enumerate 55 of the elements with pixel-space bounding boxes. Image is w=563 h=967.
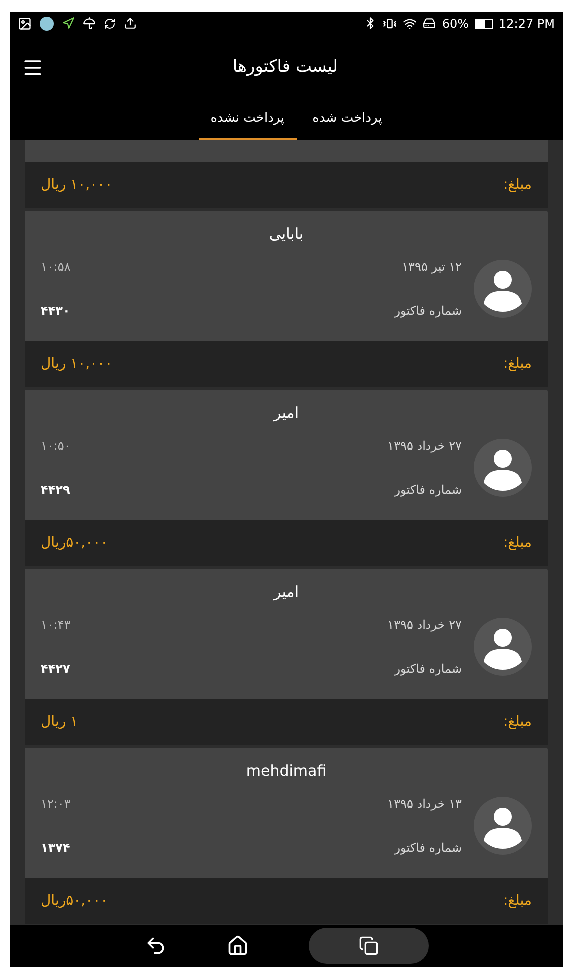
- recent-apps-button[interactable]: [308, 928, 428, 964]
- invoice-number: ۱۳۷۴: [41, 840, 70, 856]
- wifi-icon: [403, 16, 418, 30]
- customer-name: امیر: [274, 403, 300, 424]
- invoice-number-label: شماره فاکتور: [394, 840, 462, 856]
- invoice-card[interactable]: امیر ۲۷ خرداد ۱۳۹۵ ۱۰:۵۰ شماره فاکتور ۴۴۲۹: [25, 390, 548, 520]
- battery-percent: 60%: [442, 16, 469, 32]
- invoice-number-label: شماره فاکتور: [394, 482, 462, 498]
- sd-card-icon: [423, 17, 436, 30]
- customer-name: امیر: [274, 582, 300, 603]
- invoice-card[interactable]: امیر ۲۷ خرداد ۱۳۹۵ ۱۰:۴۳ شماره فاکتور ۴۴۲۷: [25, 569, 548, 699]
- user-avatar-icon: [474, 796, 532, 854]
- user-avatar-icon: [474, 618, 532, 676]
- amount-label: مبلغ:: [503, 354, 532, 374]
- invoice-card[interactable]: بابایی ۱۲ تیر ۱۳۹۵ ۱۰:۵۸ شماره فاکتور ۴۴۳۰: [25, 211, 548, 341]
- amount-value: ۱۰,۰۰۰ ریال: [41, 354, 113, 374]
- amount-value: ۱۰,۰۰۰ ریال: [41, 176, 113, 194]
- invoice-number: ۴۴۲۹: [41, 482, 70, 498]
- invoice-date: ۲۷ خرداد ۱۳۹۵: [388, 438, 462, 454]
- recent-apps-icon: [358, 936, 378, 956]
- customer-name: mehdimafi: [246, 761, 327, 782]
- umbrella-icon: [83, 17, 96, 30]
- amount-value: ۵۰,۰۰۰ریال: [41, 892, 108, 910]
- image-icon: [18, 16, 32, 30]
- sync-icon: [104, 18, 116, 30]
- amount-value: ۵۰,۰۰۰ریال: [41, 534, 108, 552]
- amount-label: مبلغ:: [503, 712, 532, 732]
- vibrate-icon: [383, 16, 398, 30]
- invoice-date: ۱۲ تیر ۱۳۹۵: [402, 258, 462, 276]
- clock: 12:27 PM: [499, 16, 555, 32]
- amount-label: مبلغ:: [503, 176, 532, 194]
- back-button[interactable]: [144, 935, 166, 957]
- invoice-number: ۴۴۲۷: [41, 660, 70, 678]
- invoice-date: ۲۷ خرداد ۱۳۹۵: [388, 616, 462, 634]
- app-icon: [40, 16, 54, 30]
- app-title: لیست فاکتورها: [232, 56, 338, 79]
- invoice-number-label: شماره فاکتور: [394, 660, 462, 678]
- home-button[interactable]: [226, 935, 248, 957]
- invoice-time: ۱۰:۵۸: [41, 258, 71, 276]
- amount-label: مبلغ:: [503, 892, 532, 910]
- send-icon: [62, 17, 75, 30]
- battery-icon: [475, 18, 493, 28]
- invoice-time: ۱۲:۰۳: [41, 796, 71, 812]
- tab[interactable]: پرداخت شده: [300, 100, 394, 140]
- invoice-date: ۱۳ خرداد ۱۳۹۵: [388, 796, 462, 812]
- customer-name: بابایی: [269, 224, 304, 245]
- invoice-number: ۴۴۳۰: [41, 302, 70, 320]
- upload-icon: [124, 17, 137, 30]
- amount-value: ۱ ریال: [41, 712, 78, 732]
- user-avatar-icon: [474, 260, 532, 318]
- invoice-time: ۱۰:۴۳: [41, 616, 71, 634]
- amount-label: مبلغ:: [503, 534, 532, 552]
- invoice-time: ۱۰:۵۰: [41, 438, 71, 454]
- user-avatar-icon: [474, 438, 532, 496]
- invoice-number-label: شماره فاکتور: [394, 302, 462, 320]
